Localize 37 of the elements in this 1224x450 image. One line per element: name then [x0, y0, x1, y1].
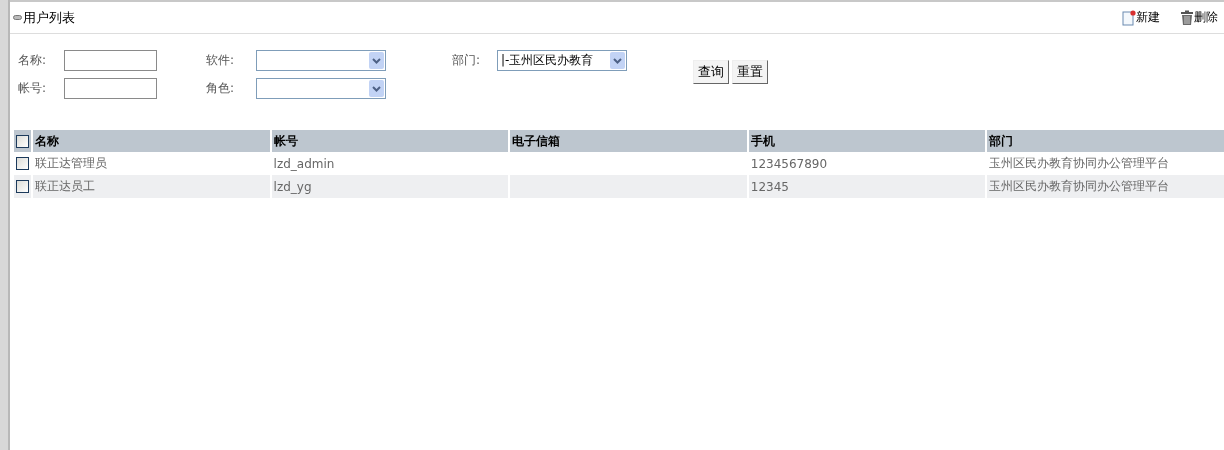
- table-cell: 玉州区民办教育协同办公管理平台: [989, 156, 1170, 170]
- column-header[interactable]: 手机: [748, 130, 986, 152]
- reset-button[interactable]: 重置: [732, 60, 768, 84]
- column-header[interactable]: 帐号: [271, 130, 509, 152]
- checkbox[interactable]: [16, 134, 29, 148]
- table-cell: lzd_yg: [273, 179, 312, 194]
- table-cell: 联正达管理员: [35, 156, 107, 170]
- table-cell: 12345: [750, 179, 789, 194]
- input-field[interactable]: [64, 50, 157, 71]
- caret-icon[interactable]: [369, 52, 384, 69]
- dropdown[interactable]: |-玉州区民办教育: [497, 50, 627, 71]
- table-cell: 1234567890: [750, 156, 828, 171]
- trash-icon: [1180, 9, 1194, 26]
- caret-icon[interactable]: [369, 80, 384, 97]
- table-cell: 玉州区民办教育协同办公管理平台: [989, 179, 1170, 193]
- field-label: 软件:: [206, 52, 235, 69]
- field-label: 帐号:: [18, 80, 47, 97]
- delete-button[interactable]: 删除: [1180, 9, 1218, 26]
- checkbox[interactable]: [16, 157, 29, 170]
- column-header[interactable]: 电子信箱: [510, 130, 747, 152]
- field-label: 角色:: [206, 80, 235, 97]
- column-header[interactable]: 名称: [33, 130, 270, 152]
- search-button[interactable]: 查询: [693, 60, 729, 84]
- panel-title: 用户列表: [23, 8, 75, 27]
- collapse-icon[interactable]: [13, 15, 22, 20]
- table-cell: 联正达员工: [35, 179, 95, 193]
- new-button[interactable]: 新建: [1122, 9, 1160, 26]
- document-icon: [1122, 9, 1136, 26]
- column-header[interactable]: 部门: [987, 130, 1224, 152]
- checkbox[interactable]: [16, 180, 29, 193]
- dropdown[interactable]: [256, 78, 386, 99]
- field-label: 名称:: [18, 52, 47, 69]
- input-field[interactable]: [64, 78, 157, 99]
- caret-icon[interactable]: [610, 52, 625, 69]
- dropdown[interactable]: [256, 50, 386, 71]
- field-label: 部门:: [452, 52, 481, 69]
- table-cell: lzd_admin: [273, 156, 335, 171]
